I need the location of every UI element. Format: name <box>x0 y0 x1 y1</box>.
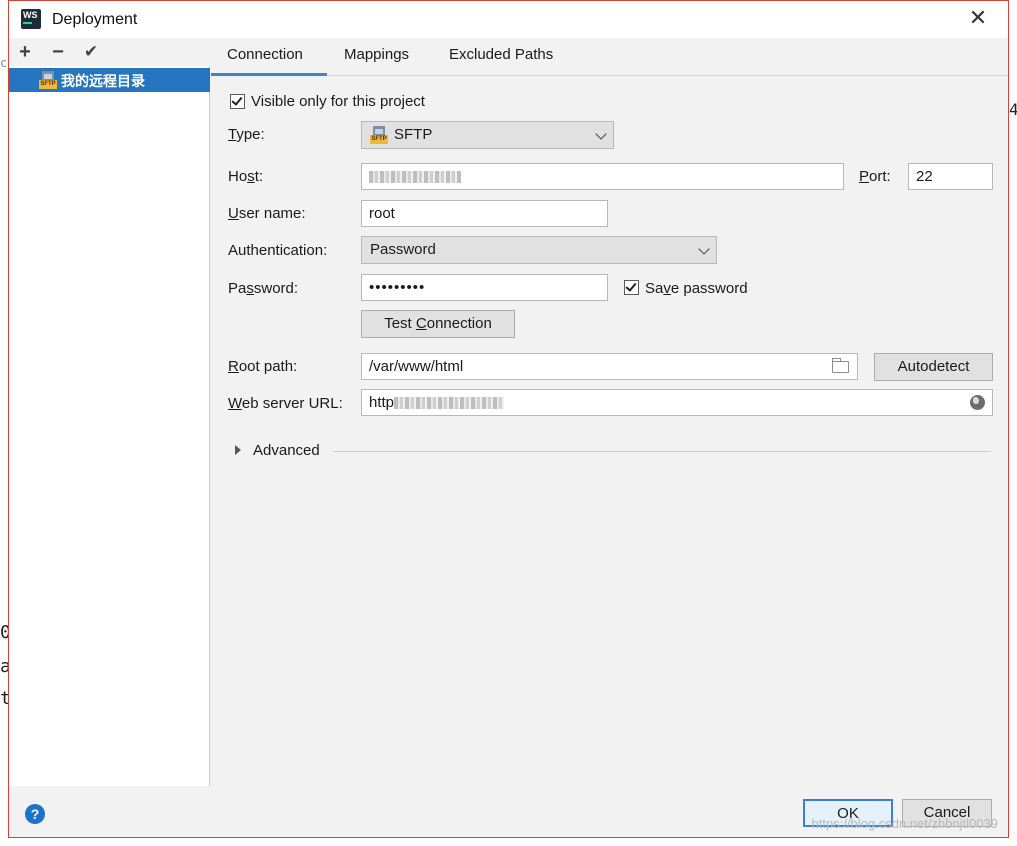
add-server-button[interactable]: + <box>13 40 37 64</box>
deployment-dialog: WS Deployment ✕ + − ✔ SFTP 我的远程目录 Connec… <box>8 0 1009 838</box>
settings-tabs: Connection Mappings Excluded Paths <box>211 38 1008 76</box>
port-input[interactable]: 22 <box>908 163 993 190</box>
save-password-checkbox[interactable] <box>624 280 639 295</box>
host-input[interactable] <box>361 163 844 190</box>
sftp-type-icon: SFTP <box>370 126 388 144</box>
redacted-host-value <box>369 171 461 184</box>
expand-triangle-icon[interactable] <box>235 445 241 455</box>
authentication-label: Authentication: <box>228 242 328 259</box>
save-password-label: Save password <box>645 280 748 297</box>
autodetect-button[interactable]: Autodetect <box>874 353 993 381</box>
background-glyph: c <box>0 56 8 70</box>
server-settings-pane: Connection Mappings Excluded Paths Visib… <box>211 38 1008 786</box>
type-dropdown[interactable]: SFTP SFTP <box>361 121 614 149</box>
visible-only-checkbox[interactable] <box>230 94 245 109</box>
advanced-section-toggle[interactable]: Advanced <box>253 442 320 459</box>
password-label: Password: <box>228 280 299 297</box>
host-label: Host: <box>228 168 264 185</box>
web-server-url-label: Web server URL: <box>228 395 343 412</box>
folder-icon[interactable] <box>832 358 849 373</box>
advanced-separator <box>333 451 991 452</box>
web-url-prefix: http <box>369 394 395 411</box>
tab-excluded-paths[interactable]: Excluded Paths <box>433 38 569 76</box>
chevron-down-icon <box>595 128 607 140</box>
set-default-server-button[interactable]: ✔ <box>79 40 103 64</box>
webstorm-app-icon: WS <box>21 9 41 29</box>
type-value: SFTP <box>394 126 433 143</box>
visible-only-label: Visible only for this project <box>251 93 425 110</box>
authentication-value: Password <box>370 241 436 258</box>
chevron-down-icon <box>698 243 710 255</box>
window-title: Deployment <box>52 11 138 28</box>
username-input[interactable]: root <box>361 200 608 227</box>
tab-connection[interactable]: Connection <box>211 38 327 76</box>
server-name: 我的远程目录 <box>61 74 145 90</box>
password-input[interactable]: ••••••••• <box>361 274 608 301</box>
port-label: Port: <box>859 168 891 185</box>
globe-icon[interactable] <box>970 395 985 410</box>
remove-server-button[interactable]: − <box>46 40 70 64</box>
server-list-item[interactable]: SFTP 我的远程目录 <box>9 68 210 92</box>
close-button[interactable]: ✕ <box>966 7 990 31</box>
title-bar[interactable]: WS Deployment ✕ <box>9 1 1008 38</box>
web-server-url-input[interactable]: http <box>361 389 993 416</box>
type-label: Type: <box>228 126 265 143</box>
watermark-text: https://blog.csdn.net/zhbnjtl0039 <box>811 816 998 831</box>
sftp-server-icon: SFTP <box>39 71 57 89</box>
username-label: User name: <box>228 205 306 222</box>
authentication-dropdown[interactable]: Password <box>361 236 717 264</box>
background-window-edge <box>1008 0 1017 846</box>
test-connection-button[interactable]: Test Connection <box>361 310 515 338</box>
server-toolbar: + − ✔ <box>9 38 210 66</box>
tab-mappings[interactable]: Mappings <box>328 38 425 76</box>
background-glyph: 4 <box>1009 100 1017 119</box>
root-path-input[interactable]: /var/www/html <box>361 353 858 380</box>
dialog-footer: ? OK Cancel https://blog.csdn.net/zhbnjt… <box>9 786 1008 837</box>
root-path-label: Root path: <box>228 358 298 375</box>
help-icon[interactable]: ? <box>25 804 45 824</box>
server-list-pane: + − ✔ SFTP 我的远程目录 <box>9 38 210 786</box>
redacted-url-value <box>394 397 505 410</box>
root-path-value: /var/www/html <box>369 358 464 375</box>
